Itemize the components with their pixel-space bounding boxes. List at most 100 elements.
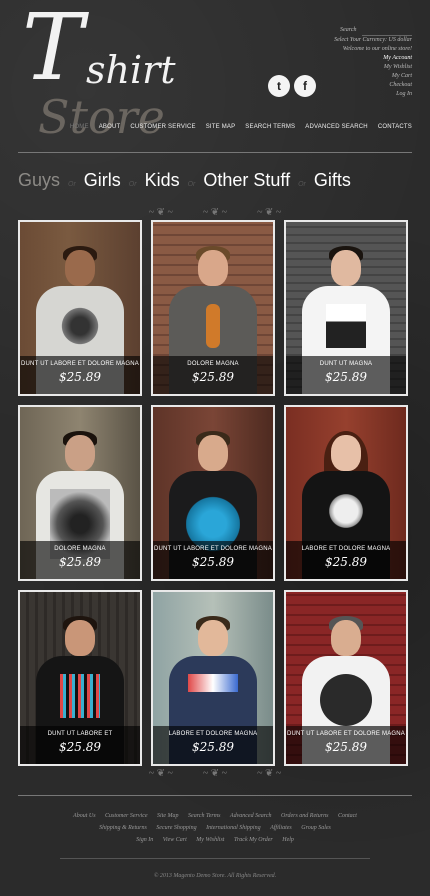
nav-search-terms[interactable]: SEARCH TERMS [245, 124, 295, 130]
logo-letter: T [22, 0, 84, 101]
product-price: $25.89 [192, 555, 234, 569]
category-kids[interactable]: Kids [145, 170, 180, 191]
footer-link[interactable]: Search Terms [188, 813, 220, 819]
footer-link[interactable]: Affiliates [270, 825, 292, 831]
footer-row: Shipping & Returns Secure Shopping Inter… [0, 822, 430, 834]
product-price: $25.89 [59, 370, 101, 384]
logo-shirt-text: shirt [86, 48, 176, 92]
product-name[interactable]: DOLORE MAGNA [153, 361, 273, 367]
category-other-stuff[interactable]: Other Stuff [203, 170, 290, 191]
facebook-icon[interactable]: f [294, 75, 316, 97]
category-menu: Guys Or Girls Or Kids Or Other Stuff Or … [18, 170, 351, 191]
header-links: Search Select Your Currency: US dollar W… [334, 26, 412, 99]
currency-row: Select Your Currency: US dollar [334, 36, 412, 45]
currency-label: Select Your Currency: [334, 37, 387, 43]
twitter-icon[interactable]: t [268, 75, 290, 97]
product-caption: DUNT UT LABORE ET DOLORE MAGNA $25.89 [20, 356, 140, 394]
header-divider [18, 152, 412, 153]
product-card[interactable]: DOLORE MAGNA $25.89 [151, 220, 275, 396]
search-input[interactable] [362, 26, 412, 36]
product-price: $25.89 [59, 555, 101, 569]
footer-link[interactable]: Advanced Search [230, 813, 272, 819]
main-nav: HOME ABOUT CUSTOMER SERVICE SITE MAP SEA… [70, 124, 412, 130]
welcome-message: Welcome to our online store! [342, 46, 412, 52]
category-girls[interactable]: Girls [84, 170, 121, 191]
footer-link[interactable]: Site Map [157, 813, 179, 819]
product-caption: DUNT UT LABORE ET $25.89 [20, 726, 140, 764]
product-name[interactable]: DUNT UT LABORE ET DOLORE MAGNA [286, 731, 406, 737]
product-price: $25.89 [325, 555, 367, 569]
footer-row: About Us Customer Service Site Map Searc… [0, 810, 430, 822]
product-price: $25.89 [192, 740, 234, 754]
footer-link[interactable]: Sign In [136, 837, 153, 843]
footer-link[interactable]: Help [282, 837, 294, 843]
product-name[interactable]: LABORE ET DOLORE MAGNA [286, 546, 406, 552]
product-caption: DOLORE MAGNA $25.89 [20, 541, 140, 579]
footer-divider [18, 795, 412, 796]
footer-link[interactable]: Shipping & Returns [99, 825, 147, 831]
product-card[interactable]: DUNT UT LABORE ET DOLORE MAGNA $25.89 [151, 405, 275, 581]
category-guys[interactable]: Guys [18, 170, 60, 191]
product-card[interactable]: DUNT UT MAGNA $25.89 [284, 220, 408, 396]
nav-advanced-search[interactable]: ADVANCED SEARCH [305, 124, 368, 130]
product-card[interactable]: DOLORE MAGNA $25.89 [18, 405, 142, 581]
product-caption: DUNT UT LABORE ET DOLORE MAGNA $25.89 [286, 726, 406, 764]
footer-link[interactable]: Group Sales [301, 825, 331, 831]
product-card[interactable]: LABORE ET DOLORE MAGNA $25.89 [284, 405, 408, 581]
nav-contacts[interactable]: CONTACTS [378, 124, 412, 130]
product-caption: LABORE ET DOLORE MAGNA $25.89 [286, 541, 406, 579]
product-caption: DUNT UT MAGNA $25.89 [286, 356, 406, 394]
search-label: Search [340, 27, 357, 33]
footer-link[interactable]: International Shipping [206, 825, 261, 831]
product-price: $25.89 [192, 370, 234, 384]
ornament-divider-icon: ~ ❦ ~ ~ ❦ ~ ~ ❦ ~ [148, 768, 282, 779]
nav-home[interactable]: HOME [70, 124, 89, 130]
footer-link[interactable]: Customer Service [105, 813, 148, 819]
footer-row: Sign In View Cart My Wishlist Track My O… [0, 834, 430, 846]
product-caption: DOLORE MAGNA $25.89 [153, 356, 273, 394]
footer-link[interactable]: Orders and Returns [281, 813, 328, 819]
product-card[interactable]: DUNT UT LABORE ET DOLORE MAGNA $25.89 [284, 590, 408, 766]
product-card[interactable]: LABORE ET DOLORE MAGNA $25.89 [151, 590, 275, 766]
my-account-link[interactable]: My Account [334, 54, 412, 63]
product-price: $25.89 [325, 740, 367, 754]
nav-about[interactable]: ABOUT [99, 124, 121, 130]
product-grid: DUNT UT LABORE ET DOLORE MAGNA $25.89 DO… [18, 220, 412, 766]
footer-bottom-divider [60, 858, 370, 859]
product-name[interactable]: DUNT UT LABORE ET DOLORE MAGNA [20, 361, 140, 367]
footer-link[interactable]: My Wishlist [196, 837, 224, 843]
nav-customer-service[interactable]: CUSTOMER SERVICE [130, 124, 195, 130]
product-name[interactable]: DUNT UT LABORE ET [20, 731, 140, 737]
currency-select[interactable]: US dollar [388, 37, 412, 43]
product-name[interactable]: DUNT UT MAGNA [286, 361, 406, 367]
category-separator: Or [187, 181, 196, 188]
my-cart-link[interactable]: My Cart [334, 72, 412, 81]
checkout-link[interactable]: Checkout [334, 81, 412, 90]
product-name[interactable]: DOLORE MAGNA [20, 546, 140, 552]
product-price: $25.89 [325, 370, 367, 384]
category-separator: Or [68, 181, 76, 188]
product-card[interactable]: DUNT UT LABORE ET DOLORE MAGNA $25.89 [18, 220, 142, 396]
my-wishlist-link[interactable]: My Wishlist [334, 63, 412, 72]
footer-links: About Us Customer Service Site Map Searc… [0, 810, 430, 846]
footer-link[interactable]: Secure Shopping [156, 825, 196, 831]
category-separator: Or [128, 181, 137, 188]
product-card[interactable]: DUNT UT LABORE ET $25.89 [18, 590, 142, 766]
category-separator: Or [298, 181, 306, 188]
social-links: t f [268, 75, 316, 97]
footer-link[interactable]: Track My Order [234, 837, 273, 843]
footer-link[interactable]: About Us [73, 813, 96, 819]
footer-link[interactable]: View Cart [163, 837, 187, 843]
search-row: Search [334, 26, 412, 36]
product-caption: LABORE ET DOLORE MAGNA $25.89 [153, 726, 273, 764]
login-link[interactable]: Log In [334, 90, 412, 99]
nav-site-map[interactable]: SITE MAP [206, 124, 236, 130]
copyright-text: © 2013 Magento Demo Store. All Rights Re… [153, 873, 277, 879]
product-name[interactable]: DUNT UT LABORE ET DOLORE MAGNA [153, 546, 273, 552]
store-logo[interactable]: T shirt Store [16, 2, 216, 145]
ornament-divider-icon: ~ ❦ ~ ~ ❦ ~ ~ ❦ ~ [148, 207, 282, 218]
footer-link[interactable]: Contact [338, 813, 357, 819]
product-name[interactable]: LABORE ET DOLORE MAGNA [153, 731, 273, 737]
logo-store-text: Store [38, 90, 165, 144]
category-gifts[interactable]: Gifts [314, 170, 351, 191]
